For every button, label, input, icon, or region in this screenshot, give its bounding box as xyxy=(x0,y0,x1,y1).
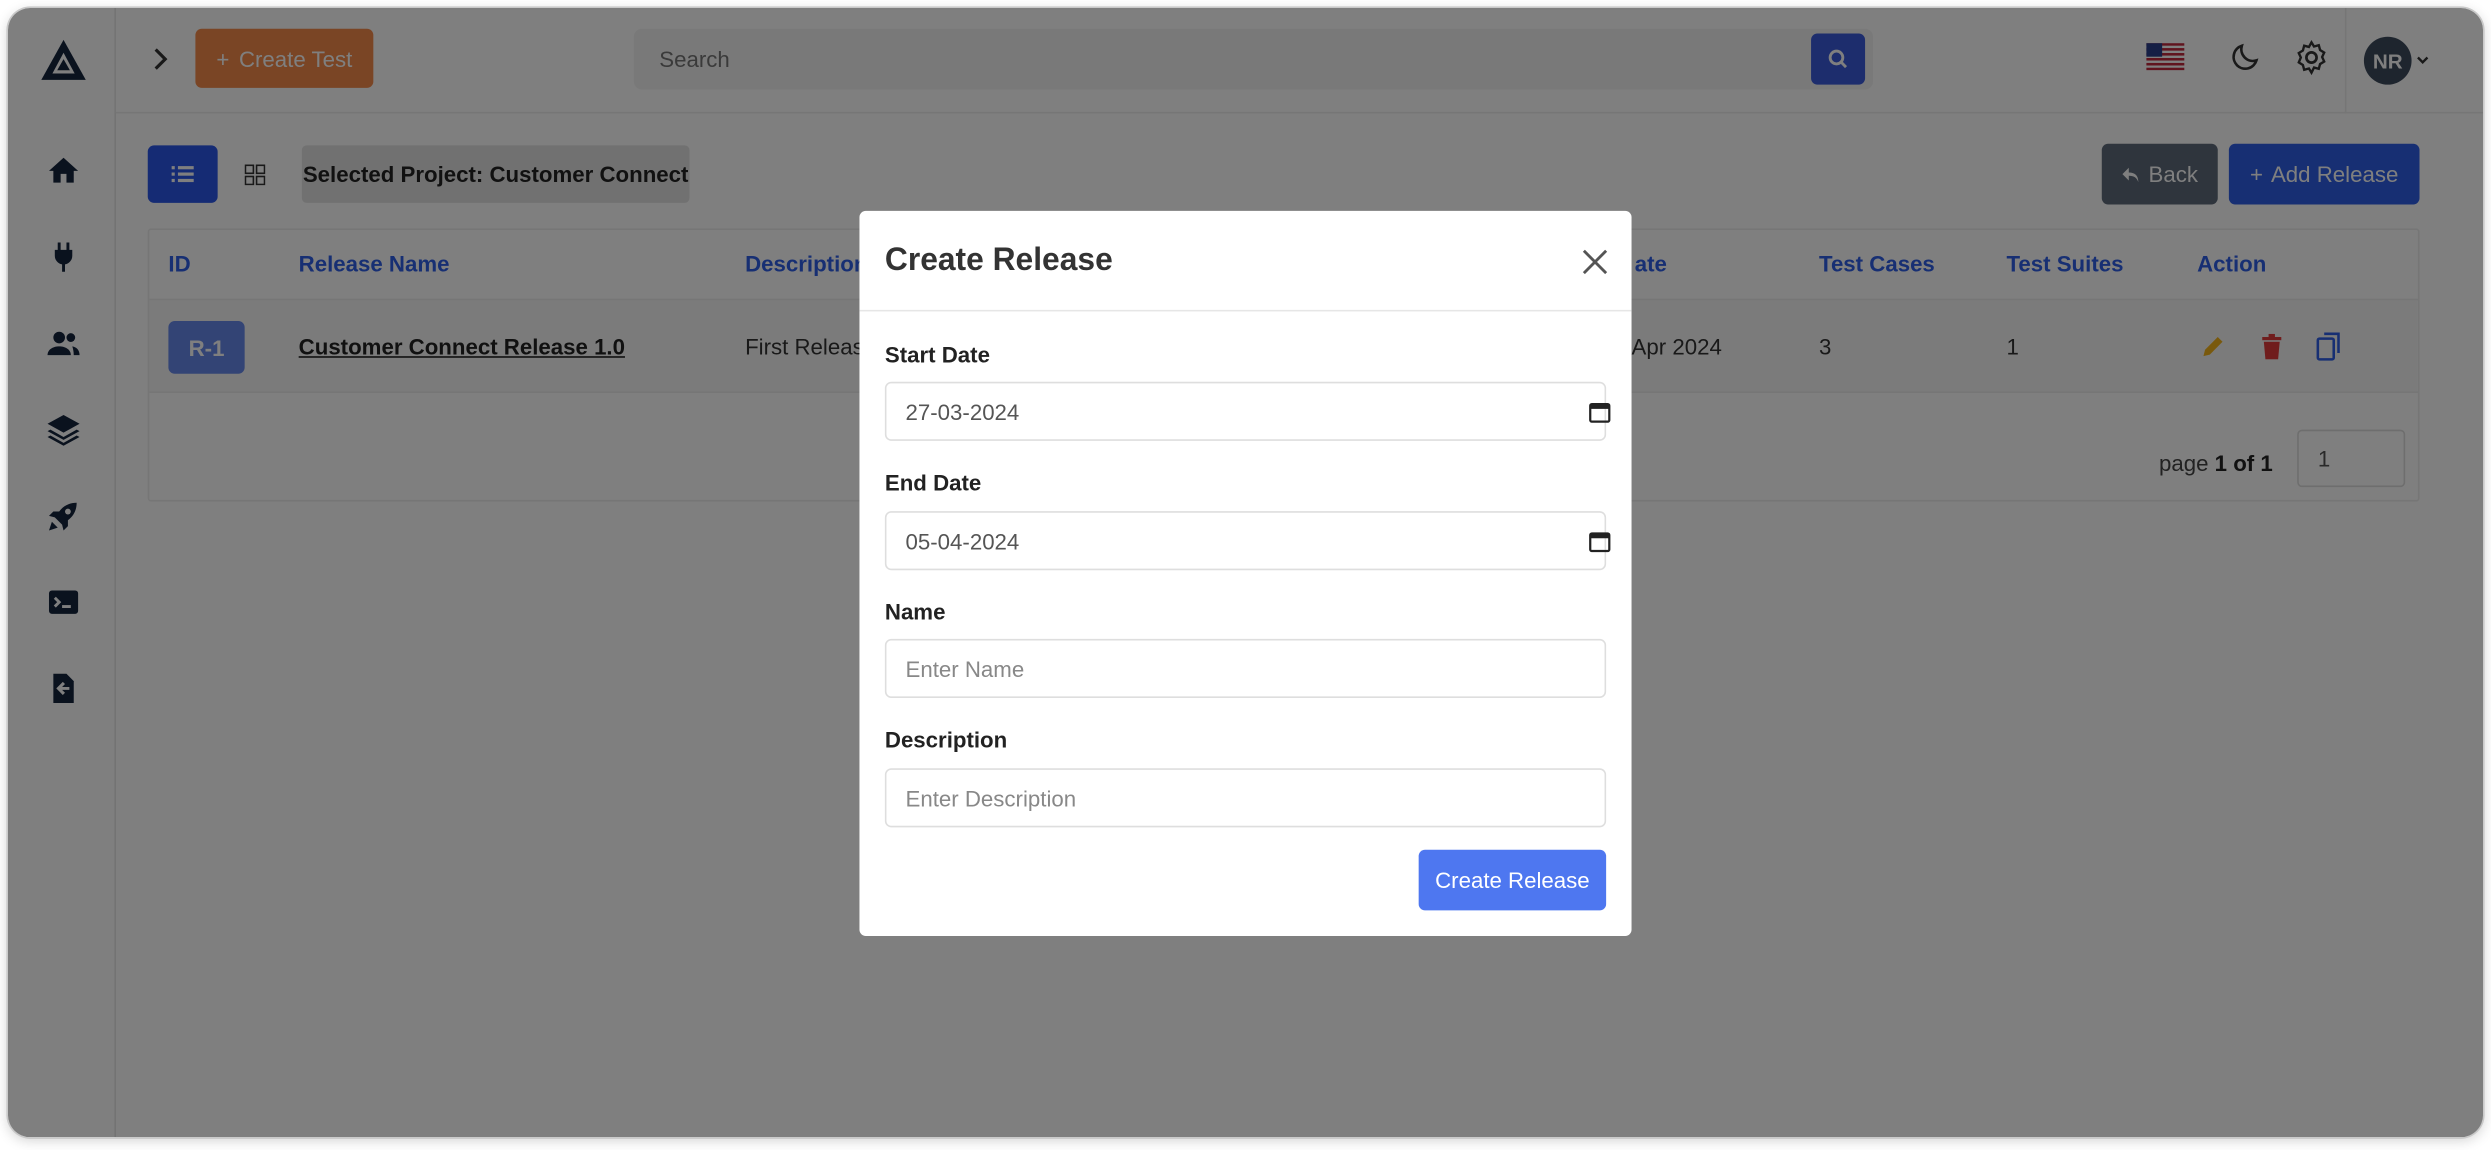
description-input[interactable]: Enter Description xyxy=(884,768,1607,828)
modal-divider xyxy=(859,309,1632,312)
name-label: Name xyxy=(884,598,946,625)
end-date-value: 05-04-2024 xyxy=(905,527,1020,554)
calendar-icon[interactable] xyxy=(1589,530,1611,553)
description-label: Description xyxy=(884,726,1008,753)
modal-title: Create Release xyxy=(884,242,1113,278)
name-input[interactable]: Enter Name xyxy=(884,638,1607,698)
app-window: + Create Test NR Selected Project: Custo… xyxy=(7,7,2484,1138)
description-placeholder: Enter Description xyxy=(905,785,1077,811)
create-release-modal: Create Release Start Date 27-03-2024 End… xyxy=(859,210,1632,936)
start-date-field[interactable]: 27-03-2024 xyxy=(884,381,1611,441)
create-release-submit-button[interactable]: Create Release xyxy=(1418,849,1607,911)
calendar-icon[interactable] xyxy=(1589,401,1611,423)
close-icon[interactable] xyxy=(1578,244,1613,279)
end-date-field[interactable]: 05-04-2024 xyxy=(884,511,1611,571)
start-date-value: 27-03-2024 xyxy=(905,398,1020,425)
name-placeholder: Enter Name xyxy=(905,655,1025,682)
end-date-label: End Date xyxy=(884,469,982,496)
start-date-label: Start Date xyxy=(884,341,990,368)
